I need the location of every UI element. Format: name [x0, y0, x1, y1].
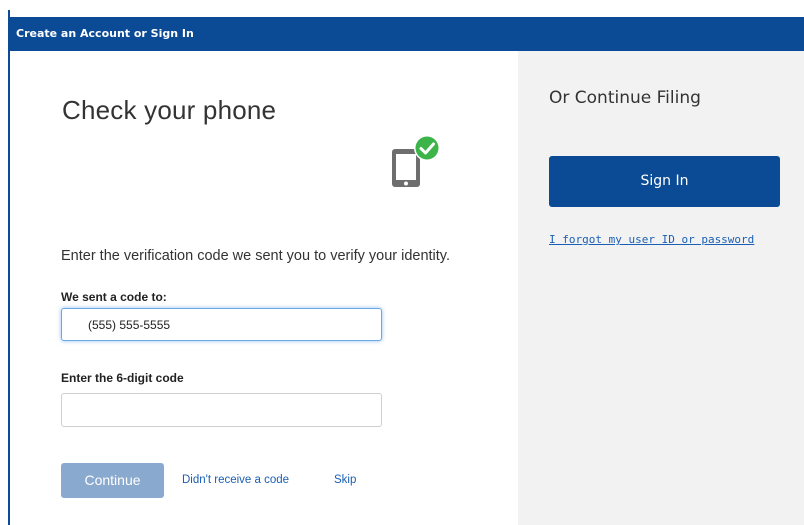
- forgot-credentials-link[interactable]: I forgot my user ID or password: [549, 233, 754, 246]
- continue-button[interactable]: Continue: [61, 463, 164, 498]
- didnt-receive-code-link[interactable]: Didn't receive a code: [182, 474, 289, 486]
- code-input[interactable]: [61, 393, 382, 427]
- instruction-text: Enter the verification code we sent you …: [61, 248, 451, 264]
- code-label: Enter the 6-digit code: [61, 371, 184, 385]
- verification-panel: Check your phone Enter the verification …: [10, 51, 518, 525]
- continue-filing-heading: Or Continue Filing: [549, 88, 701, 108]
- dialog-window: Create an Account or Sign In Check your …: [8, 10, 804, 525]
- skip-link[interactable]: Skip: [334, 474, 356, 486]
- phone-number-field[interactable]: (555) 555-5555: [61, 308, 382, 341]
- signin-panel: Or Continue Filing Sign In I forgot my u…: [518, 51, 804, 525]
- phone-number-value: (555) 555-5555: [88, 318, 171, 332]
- phone-check-icon: [392, 135, 440, 187]
- dialog-title: Create an Account or Sign In: [16, 27, 194, 40]
- sent-to-label: We sent a code to:: [61, 290, 167, 304]
- dialog-titlebar: Create an Account or Sign In: [10, 17, 804, 51]
- page-title: Check your phone: [62, 95, 277, 125]
- sign-in-button[interactable]: Sign In: [549, 156, 780, 207]
